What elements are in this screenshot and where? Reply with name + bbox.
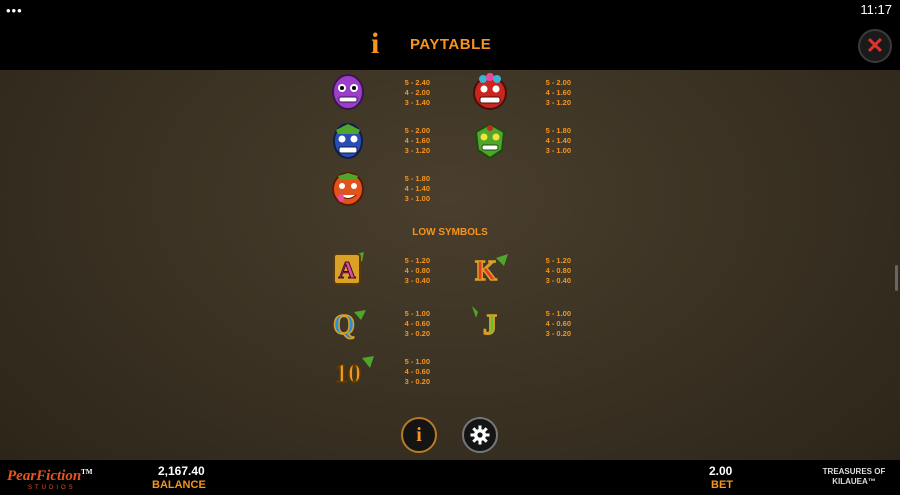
svg-text:10: 10 [335,359,361,388]
letter-a-icon: A [328,248,368,288]
paylist-purple: 5 - 2.40 4 - 2.00 3 - 1.40 [398,78,430,108]
pay-3: 3 - 0.20 [545,329,571,338]
pay-3: 3 - 1.00 [545,146,571,155]
paylist-j: 5 - 1.00 4 - 0.60 3 - 0.20 [539,309,571,339]
info-icon: i [416,423,422,446]
letter-q-icon: Q [328,302,368,342]
pay-5: 5 - 2.40 [404,78,430,87]
bet-label: BET [711,479,733,491]
info-icon: i [371,27,380,60]
balance-label: BALANCE [152,479,206,491]
svg-text:J: J [483,310,497,341]
game-title-line2: KILAUEA™ [832,477,876,486]
letter-j-icon: J [470,302,510,342]
pay-5: 5 - 1.00 [404,357,430,366]
pay-4: 4 - 1.60 [545,88,571,97]
scroll-indicator[interactable] [895,265,898,291]
gear-icon [470,425,490,445]
close-icon: ✕ [865,33,885,58]
paylist-a: 5 - 1.20 4 - 0.80 3 - 0.40 [398,256,430,286]
pay-3: 3 - 0.20 [404,377,430,386]
bet-value: 2.00 [709,464,733,478]
pay-5: 5 - 2.00 [545,78,571,87]
pay-5: 5 - 1.20 [404,256,430,265]
brand-logo: PearFictionTM [7,468,92,485]
status-bar: ••• 11:17 [0,0,900,20]
pay-3: 3 - 1.00 [404,194,430,203]
pay-3: 3 - 0.20 [404,329,430,338]
pay-4: 4 - 0.60 [404,319,430,328]
pay-4: 4 - 2.00 [404,88,430,97]
settings-button[interactable] [462,417,498,453]
pay-3: 3 - 1.20 [545,98,571,107]
purple-tiki-icon [328,72,368,112]
pay-5: 5 - 1.80 [545,126,571,135]
header: i PAYTABLE ✕ [0,20,900,70]
red-tiki-icon [470,72,510,112]
blue-tiki-icon [328,120,368,160]
svg-text:Q: Q [333,310,355,341]
pay-4: 4 - 1.40 [545,136,571,145]
page-title: PAYTABLE [410,36,492,53]
paylist-orange: 5 - 1.80 4 - 1.40 3 - 1.00 [398,174,430,204]
pay-3: 3 - 1.20 [404,146,430,155]
pay-5: 5 - 1.80 [404,174,430,183]
footer-bar: PearFictionTM STUDIOS 2,167.40 BALANCE 2… [0,460,900,495]
pay-5: 5 - 1.20 [545,256,571,265]
low-symbols-title: LOW SYMBOLS [412,227,488,238]
menu-dots-icon[interactable]: ••• [6,3,23,18]
paylist-blue: 5 - 2.00 4 - 1.60 3 - 1.20 [398,126,430,156]
pay-5: 5 - 1.00 [545,309,571,318]
green-tiki-icon [470,120,510,160]
pay-3: 3 - 1.40 [404,98,430,107]
pay-5: 5 - 2.00 [404,126,430,135]
pay-4: 4 - 0.80 [404,266,430,275]
pay-4: 4 - 0.60 [404,367,430,376]
pay-4: 4 - 0.80 [545,266,571,275]
pay-5: 5 - 1.00 [404,309,430,318]
pay-4: 4 - 1.60 [404,136,430,145]
paylist-q: 5 - 1.00 4 - 0.60 3 - 0.20 [398,309,430,339]
brand-tm: TM [81,468,93,476]
pay-4: 4 - 0.60 [545,319,571,328]
game-title: TREASURES OF KILAUEA™ [814,467,894,487]
paylist-green: 5 - 1.80 4 - 1.40 3 - 1.00 [539,126,571,156]
info-button[interactable]: i [401,417,437,453]
pay-3: 3 - 0.40 [404,276,430,285]
letter-10-icon: 10 [328,350,374,390]
paytable-content: 5 - 2.40 4 - 2.00 3 - 1.40 5 - 2.00 4 - … [0,70,900,460]
brand-name: PearFiction [7,468,82,484]
balance-value: 2,167.40 [158,464,205,478]
brand-studios: STUDIOS [28,485,76,491]
pay-4: 4 - 1.40 [404,184,430,193]
paylist-red: 5 - 2.00 4 - 1.60 3 - 1.20 [539,78,571,108]
paylist-k: 5 - 1.20 4 - 0.80 3 - 0.40 [539,256,571,286]
svg-text:A: A [338,258,356,284]
clock: 11:17 [860,2,892,17]
letter-k-icon: K [470,248,510,288]
close-button[interactable]: ✕ [858,29,892,63]
svg-text:K: K [475,256,497,287]
pay-3: 3 - 0.40 [545,276,571,285]
paylist-10: 5 - 1.00 4 - 0.60 3 - 0.20 [398,357,430,387]
orange-tiki-icon [328,168,368,208]
game-title-line1: TREASURES OF [822,467,886,476]
